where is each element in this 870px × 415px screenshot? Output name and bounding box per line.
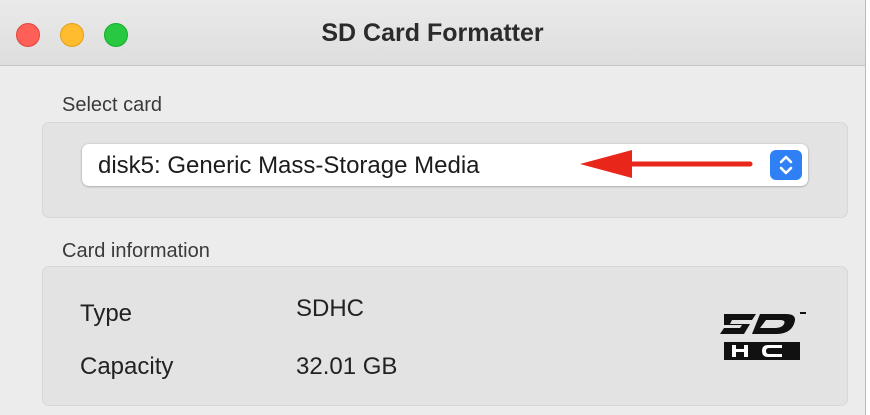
red-arrow-icon [580, 150, 753, 178]
type-value: SDHC [296, 295, 365, 322]
up-down-chevron-icon[interactable] [770, 150, 802, 180]
app-window: SD Card Formatter Select card disk5: Gen… [0, 0, 866, 415]
capacity-value: 32.01 GB [296, 353, 398, 380]
capacity-label: Capacity [80, 353, 174, 380]
card-select-value: disk5: Generic Mass-Storage Media [98, 152, 480, 179]
select-card-label: Select card [62, 94, 163, 116]
card-information-label: Card information [62, 240, 210, 262]
window-title: SD Card Formatter [321, 19, 544, 47]
type-label: Type [80, 300, 133, 327]
title-bar: SD Card Formatter [0, 0, 865, 66]
sdhc-logo [720, 312, 806, 360]
